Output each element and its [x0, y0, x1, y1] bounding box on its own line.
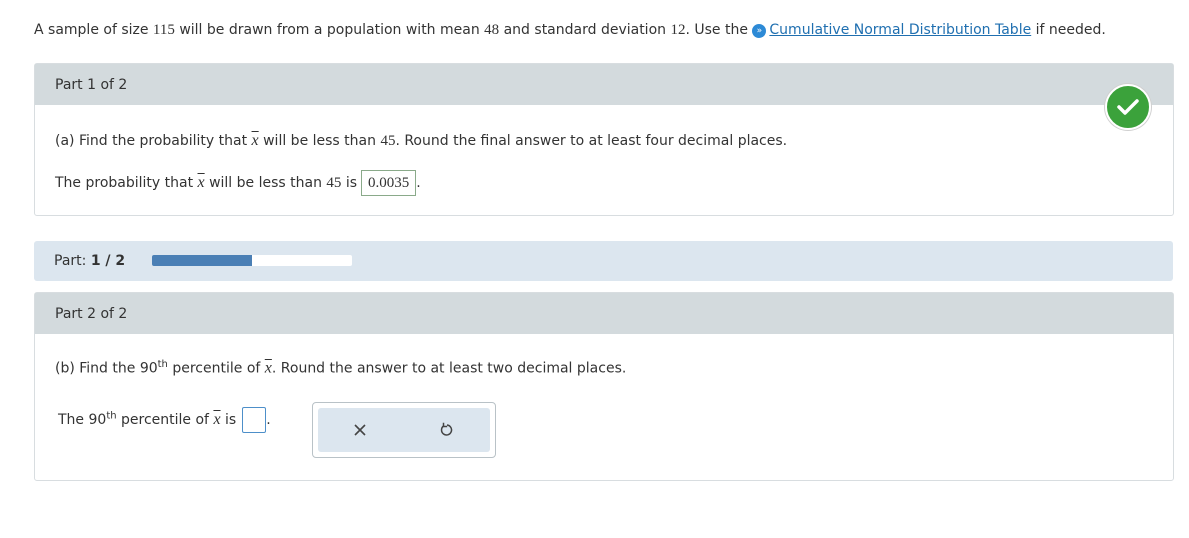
population-sd: 12 [670, 22, 686, 38]
question-text: . Round the final answer to at least fou… [395, 133, 788, 149]
progress-label-text: Part: [54, 253, 91, 269]
intro-text: if needed. [1031, 22, 1106, 38]
problem-intro: A sample of size 115 will be drawn from … [34, 22, 1106, 39]
progress-fill [152, 255, 252, 266]
part1-answer-line: The probability that x will be less than… [55, 170, 421, 196]
question-text: will be less than [258, 133, 381, 149]
progress-count: 1 / 2 [90, 253, 126, 269]
intro-text: . Use the [685, 22, 753, 38]
answer-text: is [220, 412, 237, 428]
answer-tools [312, 402, 496, 458]
normal-table-link[interactable]: Cumulative Normal Distribution Table [769, 22, 1031, 38]
question-text: . Round the answer to at least two decim… [271, 360, 627, 377]
part1-header: Part 1 of 2 [35, 64, 1173, 105]
answer-text: The 90 [58, 412, 107, 428]
progress-label: Part: 1 / 2 [54, 253, 125, 269]
part2-header: Part 2 of 2 [35, 293, 1173, 334]
sample-size: 115 [152, 22, 175, 38]
tool-tray [318, 408, 490, 452]
intro-text: and standard deviation [499, 22, 671, 38]
threshold-value: 45 [326, 175, 342, 191]
progress-track [152, 255, 352, 266]
question-text: percentile of [167, 360, 265, 377]
xbar-symbol: x [264, 359, 272, 377]
xbar-symbol: x [251, 132, 259, 149]
answer-text: will be less than [204, 175, 327, 191]
superscript: th [157, 359, 168, 370]
part1-question: (a) Find the probability that x will be … [55, 132, 787, 150]
population-mean: 48 [484, 22, 500, 38]
close-icon[interactable] [348, 418, 372, 442]
part2-question: (b) Find the 90th percentile of x. Round… [55, 359, 626, 378]
xbar-symbol: x [213, 411, 221, 428]
question-text: (b) Find the 90 [55, 360, 158, 377]
threshold-value: 45 [380, 133, 396, 149]
answer-text: . [266, 412, 271, 428]
intro-text: will be drawn from a population with mea… [174, 22, 485, 38]
answer-text: percentile of [116, 412, 214, 428]
xbar-symbol: x [197, 174, 205, 191]
correct-check-icon [1105, 84, 1151, 130]
part2-answer-line: The 90th percentile of x is. [58, 407, 271, 433]
part1-panel: Part 1 of 2 (a) Find the probability tha… [34, 63, 1174, 216]
info-icon[interactable]: » [752, 24, 767, 38]
question-text: (a) Find the probability that [55, 133, 252, 149]
progress-bar-panel: Part: 1 / 2 [34, 241, 1173, 281]
intro-text: A sample of size [34, 22, 153, 38]
part2-answer-input[interactable] [242, 407, 267, 433]
answer-text: The probability that [55, 175, 198, 191]
undo-icon[interactable] [435, 418, 459, 442]
part2-panel: Part 2 of 2 (b) Find the 90th percentile… [34, 292, 1174, 481]
part1-answer-field[interactable]: 0.0035 [361, 170, 417, 196]
answer-text: . [416, 175, 421, 191]
answer-text: is [341, 175, 358, 191]
superscript: th [106, 410, 117, 422]
